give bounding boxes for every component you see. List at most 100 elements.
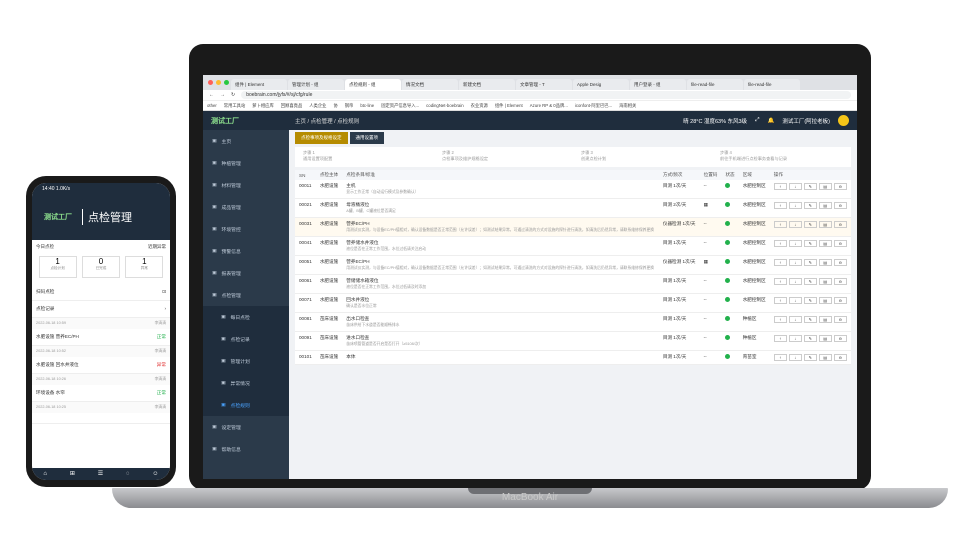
op-button[interactable]: ⊖ [833,316,847,323]
sidebar-item[interactable]: ▣ 主页 [203,130,289,152]
op-button[interactable]: ✎ [803,316,817,323]
subtab[interactable]: 点检事项及规格设定 [295,132,348,144]
bookmark-item[interactable]: 农业资源 [471,103,488,109]
op-button[interactable]: ↑ [773,221,787,228]
table-row[interactable]: 00091 苗床设施 进水口检查 苗床喷管管道是否开启是否打开（≥5108/次） 目测 … [295,331,851,351]
fullscreen-icon[interactable]: ⤢ [755,117,759,124]
bookmark-item[interactable]: 人类企业 [309,103,326,109]
op-button[interactable]: ⊖ [833,259,847,266]
browser-tab[interactable]: Apple Desig [573,79,629,90]
bookmark-item[interactable]: other [207,103,217,108]
sidebar-item[interactable]: ▣ 种植管理 [203,152,289,174]
op-button[interactable]: ⊖ [833,183,847,190]
op-button[interactable]: ↓ [788,259,802,266]
table-row[interactable]: 00061 水肥设施 营储储水箱液位 液位是否在正常工作范围，水位过低请及时添加 目测 … [295,274,851,294]
bookmark-item[interactable]: 常用工具站 [224,103,245,109]
table-row[interactable]: 00011 水肥设施 主机 显示工作正常（自动运行模式及参数确认） 目测 1次/天 -- 水… [295,180,851,199]
browser-tab[interactable]: 新建文档 [459,79,515,90]
op-button[interactable]: ✎ [803,221,817,228]
bookmark-item[interactable]: 组件 | Element [495,103,523,109]
sidebar-item[interactable]: ▣ 点检管理 [203,284,289,306]
scan-row[interactable]: 扫码点检 ⊡ [32,284,170,301]
op-button[interactable]: ▤ [818,240,832,247]
op-button[interactable]: ↑ [773,316,787,323]
table-row[interactable]: 00071 水肥设施 回水井液位 确认是否水位正常 目测 1次/天 -- 水肥控制区 ↑ ↓ ✎ ▤… [295,293,851,313]
op-button[interactable]: ▤ [818,183,832,190]
op-button[interactable]: ✎ [803,278,817,285]
table-row[interactable]: 00081 苗床设施 出水口检查 苗床供给下水道是否能顺畅排水 目测 1次/天 -- 种植区… [295,312,851,332]
avatar[interactable] [838,115,849,126]
op-button[interactable]: ✎ [803,335,817,342]
op-button[interactable]: ⊖ [833,202,847,209]
op-button[interactable]: ▤ [818,316,832,323]
op-button[interactable]: ▤ [818,335,832,342]
op-button[interactable]: ✎ [803,297,817,304]
bookmark-item[interactable]: iconfont-阿里巴巴... [575,103,612,109]
op-button[interactable]: ⊖ [833,297,847,304]
op-button[interactable]: ▤ [818,297,832,304]
op-button[interactable]: ↓ [788,354,802,361]
op-button[interactable]: ↑ [773,183,787,190]
sidebar-item[interactable]: ▣ 报表管理 [203,262,289,284]
browser-tab[interactable]: 组件 | Element [231,79,287,90]
table-row[interactable]: 00041 水肥设施 营养储水井液位 液位是否在正常工作范围，水位过低请关注启动 目测 … [295,236,851,256]
phone-stat[interactable]: 1 点检计划 [38,256,77,278]
op-button[interactable]: ▤ [818,354,832,361]
op-button[interactable]: ↓ [788,335,802,342]
sidebar-item[interactable]: ▣ 每日点检 [203,306,289,328]
op-button[interactable]: ✎ [803,354,817,361]
chat-icon[interactable]: ◌ [126,468,130,480]
browser-tab[interactable]: 文章管理 - T [516,79,572,90]
phone-stat[interactable]: 1 异常 [125,256,164,278]
url-input[interactable]: boebrain.com/jyfs/#/sj/cfg/rule [241,91,851,99]
scan-tab-icon[interactable]: ⊞ [70,468,75,480]
op-button[interactable]: ↓ [788,278,802,285]
bookmark-item[interactable]: 萝卜相应库 [252,103,273,109]
op-button[interactable]: ↓ [788,297,802,304]
table-row[interactable]: 00051 水肥设施 营养EC/PH 用测试仪实测，与设备EC/PH值相对，确认设备数… [295,255,851,275]
browser-tab[interactable]: file-read-file [744,79,800,90]
subtab[interactable]: 通用设置项 [349,132,384,144]
table-row[interactable]: 00101 苗床设施 本体 目测 1次/天 -- 育苗室 ↑ ↓ ✎ ▤ ⊖ [295,350,851,365]
bookmark-item[interactable]: 海南相关 [619,103,636,109]
reload-icon[interactable]: ↻ [231,92,235,98]
op-button[interactable]: ↑ [773,240,787,247]
sidebar-item[interactable]: ▣ 设定管理 [203,416,289,438]
op-button[interactable]: ⊖ [833,335,847,342]
op-button[interactable]: ⊖ [833,221,847,228]
sidebar-item[interactable]: ▣ 材料管理 [203,174,289,196]
op-button[interactable]: ↑ [773,259,787,266]
table-row[interactable]: 00031 水肥设施 营养EC/PH 用测试仪实测，与设备EC/PH值相对，确认设备数… [295,217,851,237]
browser-tab[interactable]: 点检规则 - 组 [345,79,401,90]
user-menu[interactable]: 测试工厂(阿拉老板) [782,117,830,125]
op-button[interactable]: ✎ [803,240,817,247]
bookmark-item[interactable]: 钢帝 [345,103,354,109]
browser-tab[interactable]: 管理计划 - 组 [288,79,344,90]
bookmark-item[interactable]: codingNet-boebrain [426,103,464,108]
op-button[interactable]: ↑ [773,335,787,342]
op-button[interactable]: ↑ [773,202,787,209]
entry-row[interactable]: 环境设备 水帘 正常 [32,385,170,402]
sidebar-item[interactable]: ▣ 点检记录 [203,328,289,350]
back-icon[interactable]: ← [209,92,214,98]
op-button[interactable]: ⊖ [833,278,847,285]
op-button[interactable]: ✎ [803,183,817,190]
sidebar-item[interactable]: ▣ 帮助信息 [203,438,289,460]
op-button[interactable]: ↓ [788,202,802,209]
op-button[interactable]: ✎ [803,259,817,266]
sidebar-item[interactable]: ▣ 环境管控 [203,218,289,240]
op-button[interactable]: ⊖ [833,240,847,247]
user-icon[interactable]: ☺ [152,468,158,480]
home-icon[interactable]: ⌂ [43,468,47,480]
browser-tab[interactable]: 用户登录 - 组 [630,79,686,90]
list-icon[interactable]: ☰ [98,468,103,480]
entry-row[interactable] [32,413,170,424]
op-button[interactable]: ↓ [788,183,802,190]
browser-tab[interactable]: file-read-file [687,79,743,90]
op-button[interactable]: ▤ [818,259,832,266]
bookmark-item[interactable]: 固定资产信息导入... [381,103,419,109]
record-row[interactable]: 点检记录 › [32,301,170,318]
bookmark-item[interactable]: 回顾喜竟品 [281,103,302,109]
sidebar-item[interactable]: ▣ 异常情况 [203,372,289,394]
table-row[interactable]: 00021 水肥设施 母液桶液位 A罐、B罐、C罐液位是否满足 目测 2次/天 ▦ 水肥控制… [295,198,851,218]
